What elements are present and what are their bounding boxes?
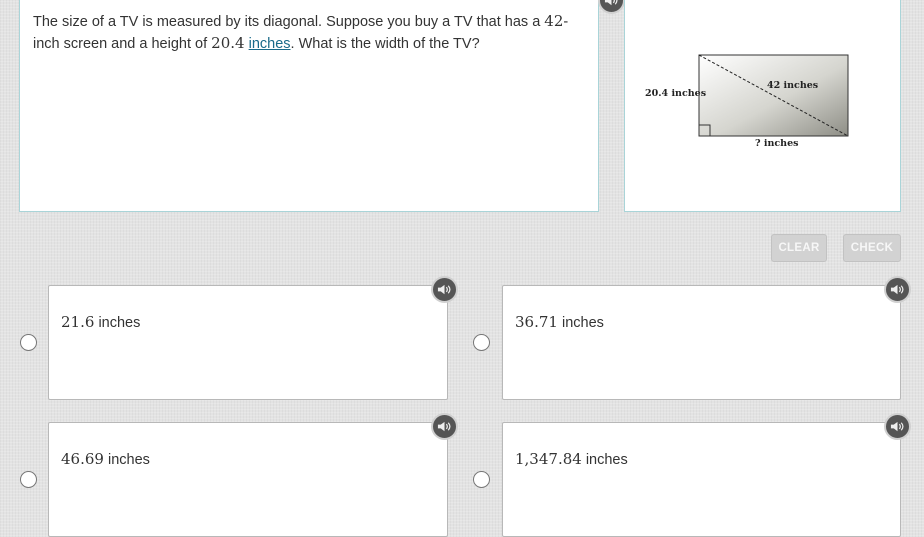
choice-d-audio-button[interactable] xyxy=(884,413,911,440)
choice-b-text: 36.71 inches xyxy=(515,313,604,331)
inches-glossary-link[interactable]: inches xyxy=(249,36,291,52)
height-value: 20.4 xyxy=(211,34,245,52)
choice-a-audio-button[interactable] xyxy=(431,276,458,303)
choice-c-audio-button[interactable] xyxy=(431,413,458,440)
question-text: The size of a TV is measured by its diag… xyxy=(33,11,573,55)
speaker-icon xyxy=(890,421,904,432)
choice-a-text: 21.6 inches xyxy=(61,313,140,331)
choice-c-radio[interactable] xyxy=(20,471,37,488)
speaker-icon xyxy=(890,284,904,295)
choice-a-unit: inches xyxy=(98,315,141,331)
choice-c-unit: inches xyxy=(107,452,150,468)
choice-d-card[interactable]: 1,347.84 inches xyxy=(502,413,911,537)
choice-b-value: 36.71 xyxy=(515,313,558,331)
figure-panel: 20.4 inches 42 inches ? inches xyxy=(624,0,901,212)
choice-d-text: 1,347.84 inches xyxy=(515,450,628,468)
choice-c-text: 46.69 inches xyxy=(61,450,150,468)
clear-button[interactable]: CLEAR xyxy=(771,234,827,262)
choice-a-card[interactable]: 21.6 inches xyxy=(48,276,458,400)
tv-diagram xyxy=(698,54,849,137)
question-text-end: . What is the width of the TV? xyxy=(290,36,480,52)
diagonal-label: 42 inches xyxy=(767,80,819,91)
question-panel: The size of a TV is measured by its diag… xyxy=(19,0,625,212)
choice-d-unit: inches xyxy=(585,452,628,468)
choice-b-radio[interactable] xyxy=(473,334,490,351)
diagonal-value: 42 xyxy=(544,12,564,30)
choice-b-unit: inches xyxy=(561,315,604,331)
speaker-icon xyxy=(437,421,451,432)
choice-d-radio[interactable] xyxy=(473,471,490,488)
width-label: ? inches xyxy=(755,138,799,149)
choice-a-radio[interactable] xyxy=(20,334,37,351)
choice-c-value: 46.69 xyxy=(61,450,104,468)
speaker-icon xyxy=(437,284,451,295)
choice-a-value: 21.6 xyxy=(61,313,95,331)
choice-b-card[interactable]: 36.71 inches xyxy=(502,276,911,400)
choice-d-value: 1,347.84 xyxy=(515,450,582,468)
speaker-icon xyxy=(604,0,618,6)
check-button[interactable]: CHECK xyxy=(843,234,901,262)
choice-b-audio-button[interactable] xyxy=(884,276,911,303)
height-label: 20.4 inches xyxy=(645,88,707,99)
question-audio-button[interactable] xyxy=(598,0,625,14)
choice-c-card[interactable]: 46.69 inches xyxy=(48,413,458,537)
question-text-start: The size of a TV is measured by its diag… xyxy=(33,14,545,30)
